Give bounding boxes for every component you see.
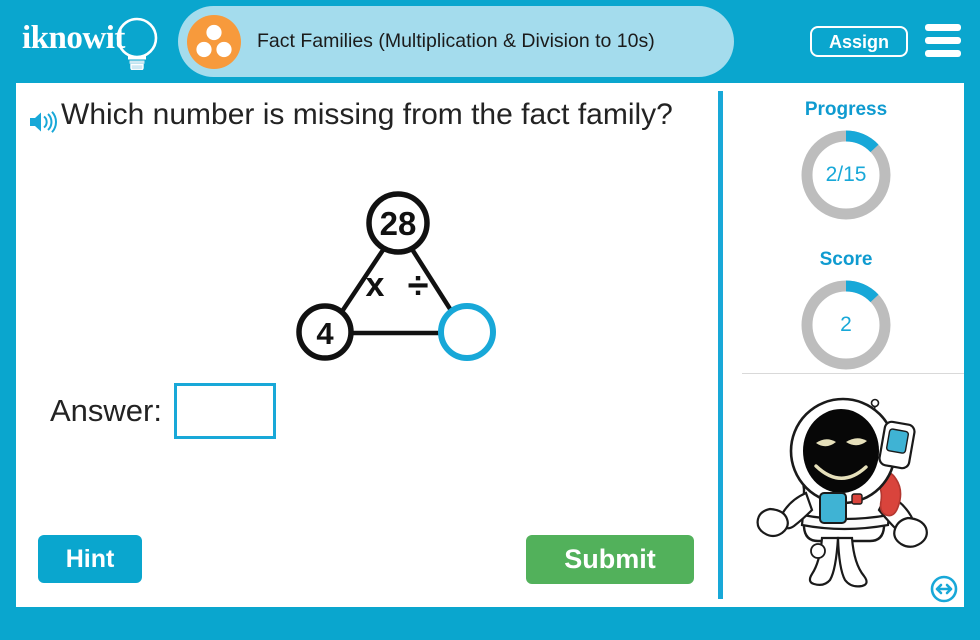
assign-button[interactable]: Assign: [809, 26, 908, 57]
progress-ring: 2/15: [796, 125, 896, 225]
question-area: Which number is missing from the fact fa…: [28, 97, 700, 135]
hamburger-bar: [925, 24, 961, 31]
score-ring: 2: [796, 275, 896, 375]
content-panel: Which number is missing from the fact fa…: [16, 83, 964, 607]
fact-family-triangle: 28 4 x ÷: [296, 191, 496, 361]
score-meter: Score 2: [728, 225, 964, 375]
triangle-bottom-left-value: 4: [316, 316, 334, 351]
answer-label: Answer:: [50, 393, 162, 428]
divide-symbol: ÷: [408, 265, 429, 307]
lesson-title-pill: Fact Families (Multiplication & Division…: [178, 6, 734, 77]
triangle-top-value: 28: [380, 205, 417, 242]
progress-meter: Progress 2/15: [728, 83, 964, 225]
submit-button[interactable]: Submit: [526, 535, 694, 584]
progress-value: 2/15: [825, 163, 867, 186]
hint-button[interactable]: Hint: [38, 535, 142, 583]
hamburger-bar: [925, 37, 961, 44]
hamburger-menu-icon[interactable]: [925, 24, 961, 58]
score-value: 2: [840, 313, 852, 336]
iknowit-logo[interactable]: iknowit: [22, 14, 172, 72]
question-text: Which number is missing from the fact fa…: [61, 98, 673, 131]
answer-input[interactable]: [173, 383, 276, 439]
lightbulb-icon: [116, 17, 158, 70]
panel-divider: [718, 91, 723, 599]
speaker-icon[interactable]: [28, 109, 58, 135]
resize-horizontal-icon[interactable]: [930, 575, 958, 603]
score-title: Score: [819, 249, 873, 270]
answer-area: Answer:: [50, 383, 276, 439]
sidebar: Progress 2/15 Score 2: [728, 83, 964, 607]
lesson-title: Fact Families (Multiplication & Division…: [257, 30, 655, 52]
progress-title: Progress: [804, 99, 888, 120]
triangle-node-bottom-right-empty[interactable]: [438, 303, 496, 361]
three-dots-circle-icon: [185, 13, 243, 71]
astronaut-mascot: [756, 397, 928, 588]
hamburger-bar: [925, 50, 961, 57]
app-window: iknowit Fact Families (Multiplication & …: [0, 0, 980, 640]
multiply-symbol: x: [366, 266, 385, 304]
header-bar: iknowit Fact Families (Multiplication & …: [0, 0, 980, 83]
sidebar-separator: [742, 373, 964, 374]
